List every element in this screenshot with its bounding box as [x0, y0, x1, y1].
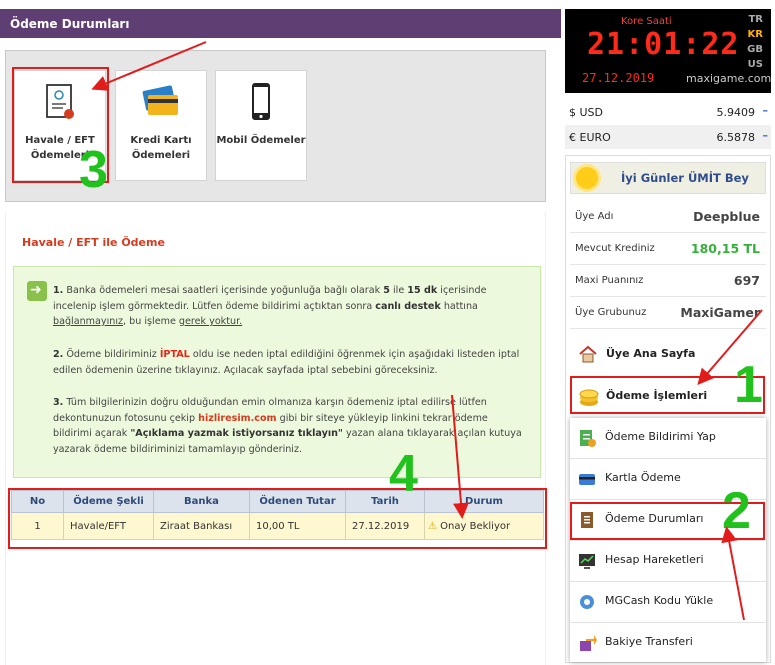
lang-tr[interactable]: TR	[748, 14, 763, 25]
user-name-label: Üye Adı	[575, 211, 614, 222]
group-row: Üye Grubunuz MaxiGamer	[570, 297, 766, 329]
group-value: MaxiGamer	[680, 305, 760, 320]
info-paragraph-1: 1. Banka ödemeleri mesai saatleri içeris…	[53, 285, 487, 327]
document-add-icon	[577, 428, 597, 448]
highlight-box-table	[8, 488, 547, 549]
rate-usd: $ USD 5.9409 –	[565, 100, 771, 124]
section-title: Havale / EFT ile Ödeme	[22, 236, 165, 249]
lang-us[interactable]: US	[748, 59, 763, 70]
home-icon	[578, 344, 598, 364]
mobile-phone-icon	[216, 71, 306, 133]
submenu-account-activity[interactable]: Hesap Hareketleri	[570, 541, 766, 582]
mobile-payment-label: Mobil Ödemeler	[216, 135, 306, 146]
clock-brand: maxigame.com	[686, 72, 772, 85]
step-number-2: 2	[722, 482, 751, 540]
page-title: Ödeme Durumları	[0, 9, 561, 38]
arrow-right-icon	[27, 281, 47, 301]
credit-card-icon	[577, 469, 597, 489]
rate-euro-label: € EURO	[569, 131, 611, 144]
submenu-label: Ödeme Bildirimi Yap	[605, 430, 716, 443]
clock-date: 27.12.2019	[582, 71, 655, 85]
credit-label: Mevcut Krediniz	[575, 243, 655, 254]
submenu-mgcash-code[interactable]: MGCash Kodu Yükle	[570, 582, 766, 623]
lang-kr[interactable]: KR	[748, 29, 763, 40]
trend-flat-icon: –	[762, 104, 769, 117]
info-box: 1. Banka ödemeleri mesai saatleri içeris…	[13, 266, 541, 478]
rate-euro: € EURO 6.5878 –	[565, 125, 771, 149]
step-number-3: 3	[79, 141, 108, 199]
gear-code-icon	[577, 592, 597, 612]
clock-time: 21:01:22	[587, 27, 740, 62]
credit-value: 180,15 TL	[690, 241, 760, 256]
submenu-label: Hesap Hareketleri	[605, 553, 704, 566]
mobile-payment-card[interactable]: Mobil Ödemeler	[215, 70, 307, 181]
lang-gb[interactable]: GB	[747, 44, 763, 55]
submenu-label: Kartla Ödeme	[605, 471, 681, 484]
user-name-value: Deepblue	[693, 209, 760, 224]
points-label: Maxi Puanınız	[575, 275, 644, 286]
hizliresim-link[interactable]: hizliresim.com	[198, 413, 276, 424]
points-row: Maxi Puanınız 697	[570, 265, 766, 297]
greeting: İyi Günler ÜMİT Bey	[570, 162, 766, 194]
submenu-label: MGCash Kodu Yükle	[605, 594, 714, 607]
credit-card-icon	[116, 71, 206, 133]
step-number-4: 4	[389, 445, 418, 503]
transfer-icon	[577, 633, 597, 653]
credit-card-label: Kredi Kartı Ödemeleri	[130, 135, 192, 161]
monitor-chart-icon	[577, 551, 597, 571]
payments-submenu: Ödeme Bildirimi Yap Kartla Ödeme Ödeme D…	[570, 418, 766, 662]
rate-usd-label: $ USD	[569, 106, 603, 119]
step-number-1: 1	[734, 356, 763, 414]
submenu-balance-transfer[interactable]: Bakiye Transferi	[570, 623, 766, 664]
credit-row: Mevcut Krediniz 180,15 TL	[570, 233, 766, 265]
rate-euro-value: 6.5878	[716, 131, 756, 144]
submenu-payment-notice[interactable]: Ödeme Bildirimi Yap	[570, 418, 766, 459]
menu-home-label: Üye Ana Sayfa	[606, 347, 696, 360]
submenu-label: Bakiye Transferi	[605, 635, 693, 648]
sun-icon	[576, 167, 598, 189]
group-label: Üye Grubunuz	[575, 307, 647, 318]
trend-flat-icon: –	[762, 129, 769, 142]
credit-card-card[interactable]: Kredi Kartı Ödemeleri	[115, 70, 207, 181]
info-paragraph-3: 3. Tüm bilgilerinizin doğru olduğundan e…	[53, 397, 522, 455]
user-name-row: Üye Adı Deepblue	[570, 201, 766, 233]
rate-usd-value: 5.9409	[716, 106, 756, 119]
info-paragraph-2: 2. Ödeme bildiriminiz İPTAL oldu ise ned…	[53, 349, 520, 376]
korea-clock: Kore Saati 21:01:22 27.12.2019 maxigame.…	[565, 9, 771, 93]
points-value: 697	[733, 273, 760, 288]
clock-title: Kore Saati	[621, 16, 672, 27]
